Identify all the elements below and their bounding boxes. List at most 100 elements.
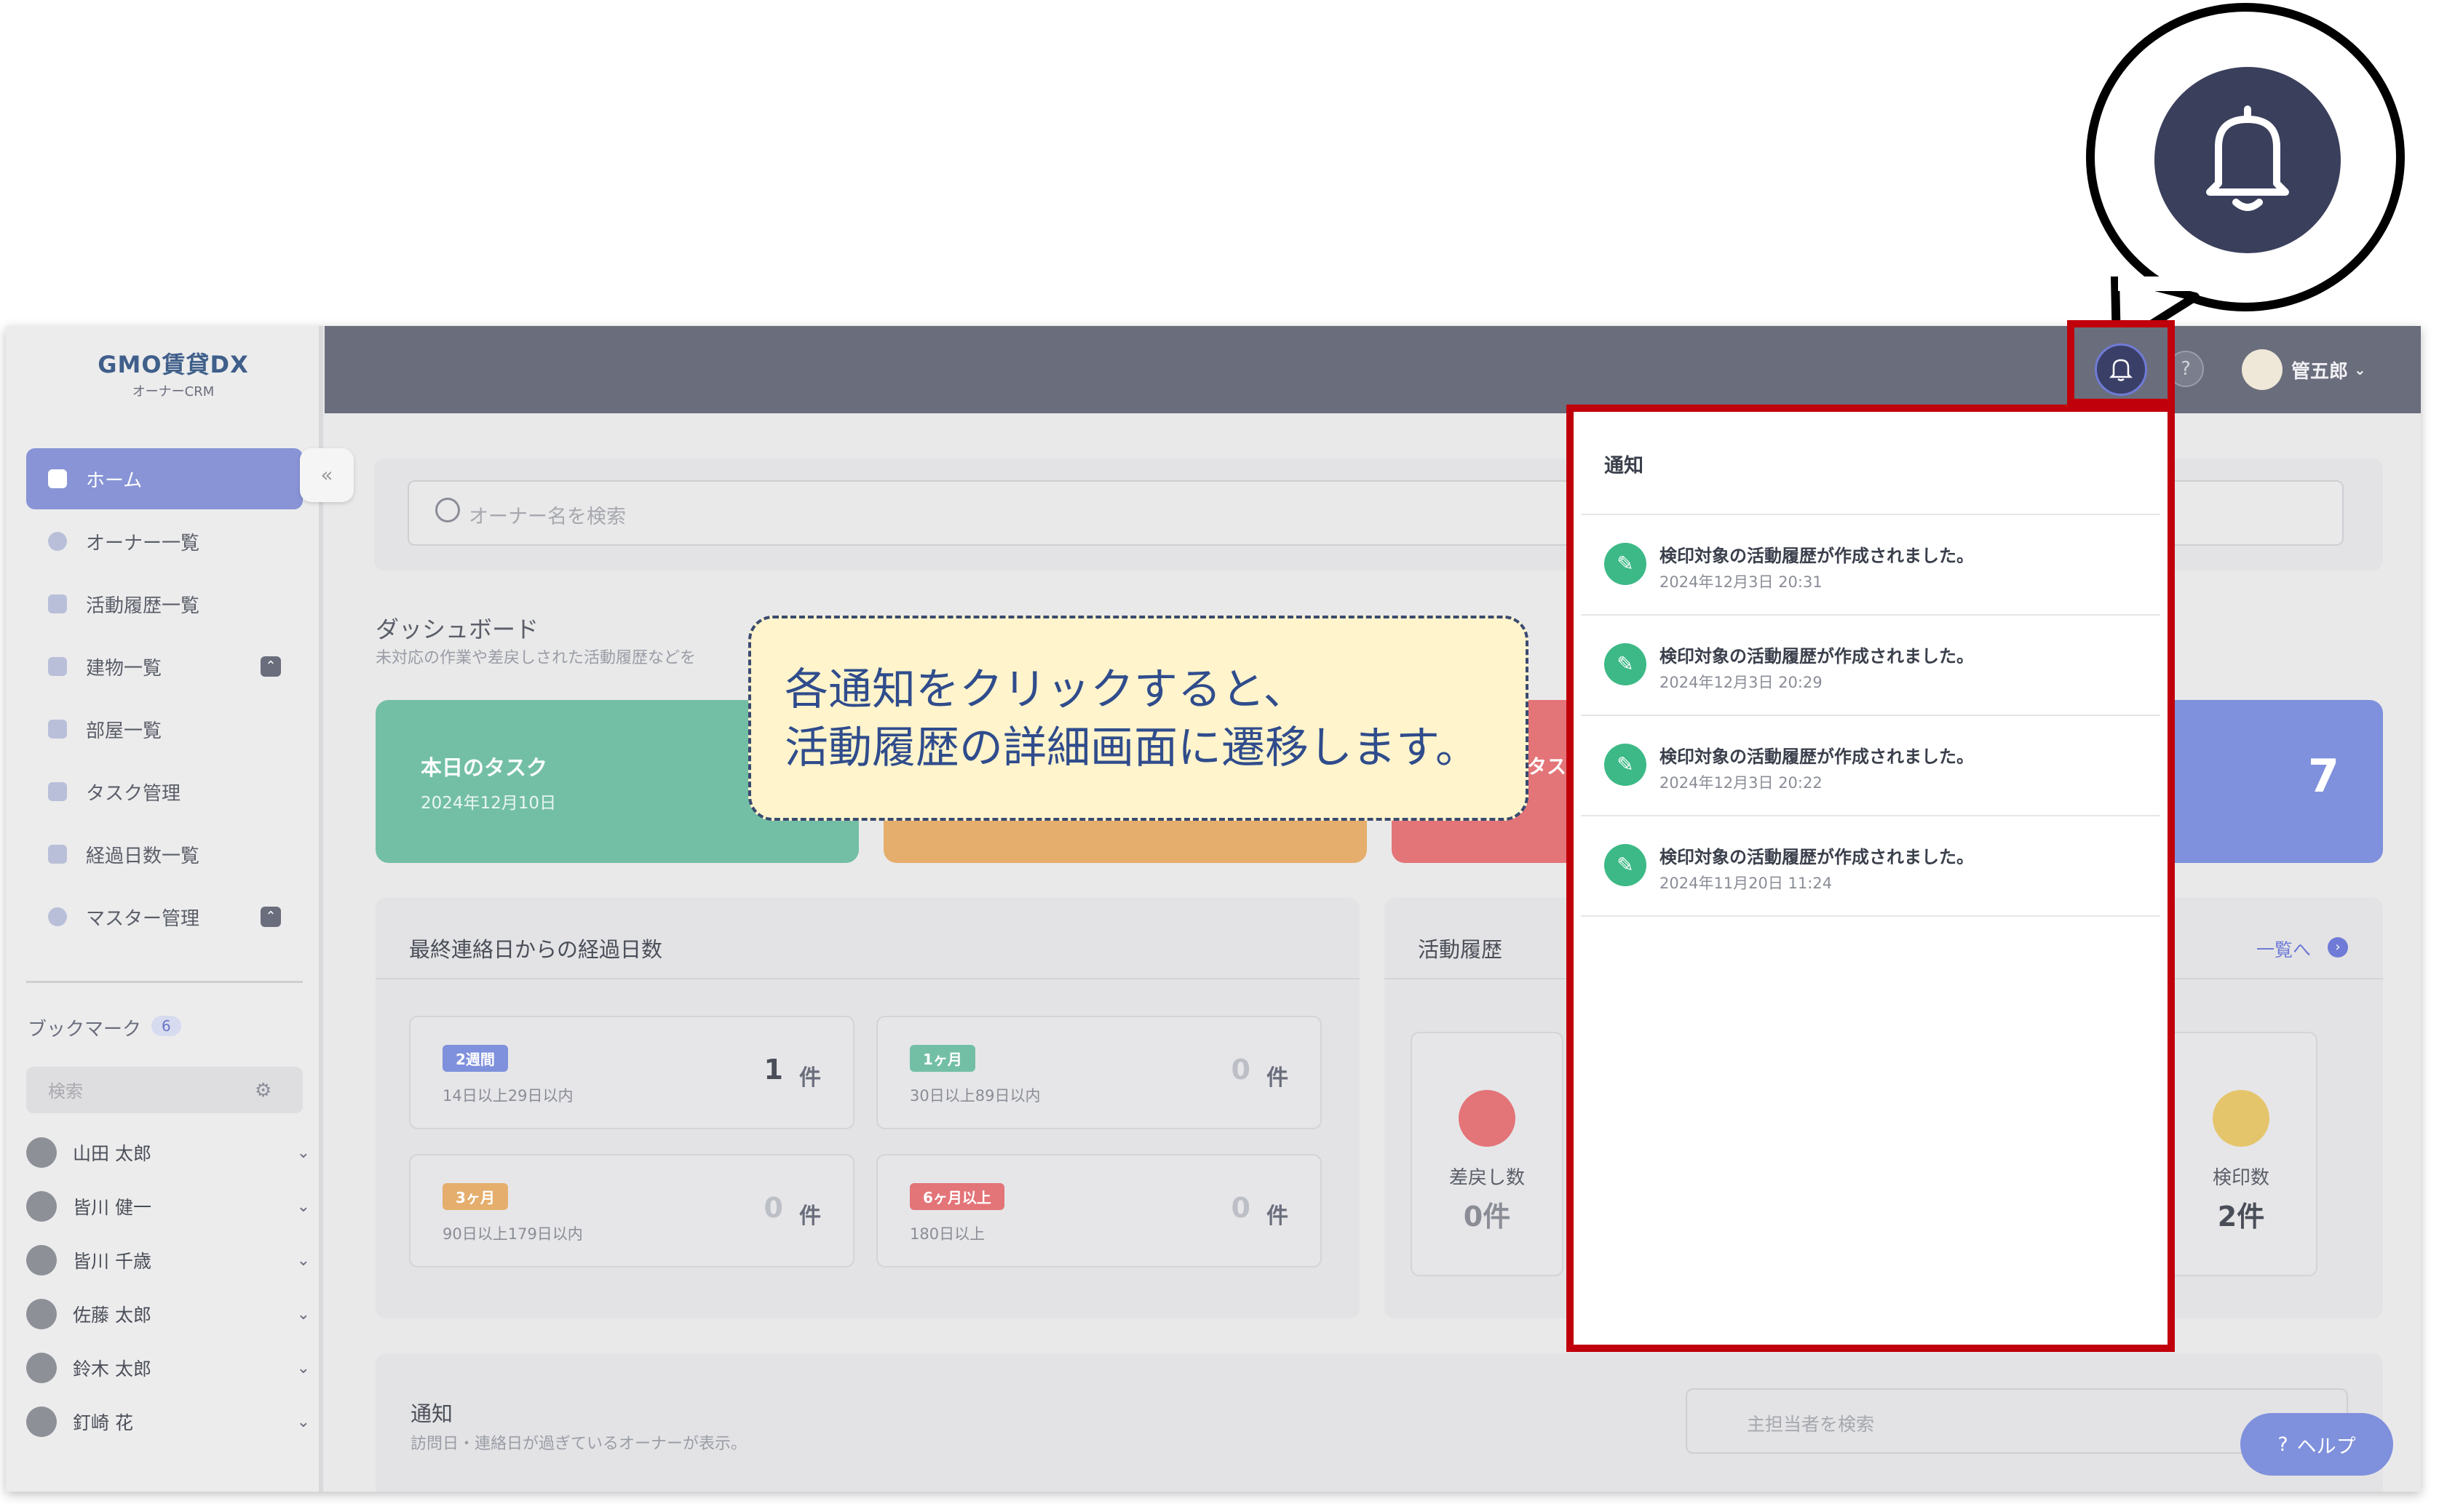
sidebar-item-master[interactable]: マスター管理 ⌃ [26,886,303,947]
chevron-down-icon[interactable]: ⌄ [297,1359,310,1377]
chevron-down-icon[interactable]: ⌄ [297,1305,310,1324]
help-button[interactable]: ? ヘルプ [2240,1413,2393,1476]
edit-icon: ✎ [1604,643,1646,685]
bell-icon-zoomed [2154,67,2341,253]
activity-list-link[interactable]: 一覧へ [2256,936,2311,962]
period-range: 14日以上29日以内 [443,1087,574,1105]
chevron-up-icon[interactable]: ⌃ [261,656,281,677]
check-icon [48,845,67,864]
sidebar-item-activity[interactable]: 活動履歴一覧 [26,573,303,634]
chevron-down-icon[interactable]: ⌄ [297,1198,310,1216]
bookmark-title: ブックマーク [28,1019,142,1041]
period-tag: 2週間 [443,1045,508,1072]
edit-icon: ✎ [1604,543,1646,585]
notification-text: 検印対象の活動履歴が作成されました。 [1659,646,1974,667]
bookmark-item[interactable]: 山田 太郎 ⌄ [26,1131,310,1174]
help-icon: ? [2277,1433,2288,1456]
door-icon [48,720,67,739]
help-label: ヘルプ [2296,1435,2356,1458]
sidebar-item-elapsed[interactable]: 経過日数一覧 [26,824,303,885]
count-unit: 件 [1266,1065,1288,1091]
avatar [26,1299,57,1329]
sidebar-item-label: 部屋一覧 [86,720,162,742]
user-menu[interactable]: 管五郎 ⌄ [2242,348,2366,391]
bookmark-name: 皆川 千歳 [73,1251,151,1272]
elapsed-box-2weeks[interactable]: 2週間 14日以上29日以内 1 件 [409,1016,854,1129]
elapsed-box-3months[interactable]: 3ヶ月 90日以上179日以内 0 件 [409,1154,854,1268]
avatar [26,1137,57,1168]
building-icon [48,657,67,676]
filter-icon[interactable]: ⚙ [255,1080,271,1102]
notification-item[interactable]: ✎ 検印対象の活動履歴が作成されました。 2024年11月20日 11:24 [1581,816,2160,917]
period-range: 30日以上89日以内 [910,1087,1041,1105]
stamp-value: 2件 [2217,1201,2265,1233]
period-count: 1 [764,1054,783,1086]
sidebar-item-home[interactable]: ホーム [26,448,303,509]
sidebar-item-rooms[interactable]: 部屋一覧 [26,699,303,760]
sendback-value: 0件 [1463,1201,1511,1233]
stamp-count-box[interactable]: 検印数 2件 [2165,1032,2317,1276]
sidebar-item-label: マスター管理 [86,907,200,930]
period-tag: 1ヶ月 [910,1045,975,1072]
bookmark-item[interactable]: 佐藤 太郎 ⌄ [26,1292,310,1336]
bookmark-item[interactable]: 釘崎 花 ⌄ [26,1400,310,1444]
sidebar: GMO賃貸DX オーナーCRM ホーム オーナー一覧 活動履歴一覧 建物一覧 ⌃ … [6,326,323,1492]
edit-icon [1459,1090,1515,1147]
sidebar-item-label: 経過日数一覧 [86,845,200,867]
bookmark-item[interactable]: 鈴木 太郎 ⌄ [26,1346,310,1390]
tile-count: 7 [2307,749,2339,803]
sidebar-item-tasks[interactable]: タスク管理 [26,761,303,822]
elapsed-box-1month[interactable]: 1ヶ月 30日以上89日以内 0 件 [876,1016,1322,1129]
arrow-right-icon[interactable]: › [2328,937,2348,958]
bookmark-count-badge: 6 [151,1016,181,1036]
bell-highlight-frame [2067,320,2175,406]
notification-date: 2024年12月3日 20:29 [1659,674,1823,691]
notification-item[interactable]: ✎ 検印対象の活動履歴が作成されました。 2024年12月3日 20:22 [1581,716,2160,816]
collapse-sidebar-button[interactable]: « [300,448,354,502]
bookmark-name: 鈴木 太郎 [73,1358,151,1380]
notification-panel-title: 通知 [1604,455,1643,477]
chevron-up-icon[interactable]: ⌃ [261,907,281,927]
sidebar-item-owners[interactable]: オーナー一覧 [26,511,303,572]
callout-line-1: 各通知をクリックすると、 [785,664,1307,715]
bookmark-name: 皆川 健一 [73,1197,151,1218]
bookmark-name: 佐藤 太郎 [73,1305,151,1326]
divider [376,978,1360,979]
page-subtitle: 未対応の作業や差戻しされた活動履歴などを [376,649,697,667]
avatar [26,1406,57,1437]
edit-icon: ✎ [1604,844,1646,886]
bookmark-item[interactable]: 皆川 健一 ⌄ [26,1185,310,1228]
notice-subtitle: 訪問日・連絡日が過ぎているオーナーが表示。 [411,1435,747,1453]
notification-date: 2024年12月3日 20:31 [1659,573,1823,591]
elapsed-days-title: 最終連絡日からの経過日数 [409,937,663,962]
user-icon [48,532,67,551]
avatar [26,1245,57,1276]
period-tag: 3ヶ月 [443,1183,508,1210]
elapsed-box-6months[interactable]: 6ヶ月以上 180日以上 0 件 [876,1154,1322,1268]
chevron-down-icon[interactable]: ⌄ [297,1413,310,1431]
sendback-count-box[interactable]: 差戻し数 0件 [1411,1032,1563,1276]
activity-title: 活動履歴 [1418,937,1503,962]
logo[interactable]: GMO賃貸DX オーナーCRM [79,346,268,399]
edit-icon: ✎ [1604,744,1646,786]
sidebar-item-label: オーナー一覧 [86,532,200,554]
sendback-label: 差戻し数 [1448,1167,1525,1189]
notice-title: 通知 [411,1401,453,1426]
period-count: 0 [1231,1192,1250,1224]
avatar [2242,349,2283,390]
chevron-down-icon[interactable]: ⌄ [297,1144,310,1162]
search-icon [435,498,460,522]
sidebar-item-label: タスク管理 [86,782,181,805]
bookmark-item[interactable]: 皆川 千歳 ⌄ [26,1238,310,1282]
notification-item[interactable]: ✎ 検印対象の活動履歴が作成されました。 2024年12月3日 20:29 [1581,616,2160,716]
period-range: 180日以上 [910,1225,985,1243]
callout-line-2: 活動履歴の詳細画面に遷移します。 [785,723,1479,773]
chevron-down-icon[interactable]: ⌄ [297,1252,310,1270]
sidebar-item-buildings[interactable]: 建物一覧 ⌃ [26,636,303,697]
sidebar-item-label: 活動履歴一覧 [86,594,200,617]
period-count: 0 [1231,1054,1250,1086]
user-name: 管五郎 [2291,360,2349,383]
period-range: 90日以上179日以内 [443,1225,583,1243]
notification-item[interactable]: ✎ 検印対象の活動履歴が作成されました。 2024年12月3日 20:31 [1581,515,2160,616]
avatar [26,1353,57,1383]
